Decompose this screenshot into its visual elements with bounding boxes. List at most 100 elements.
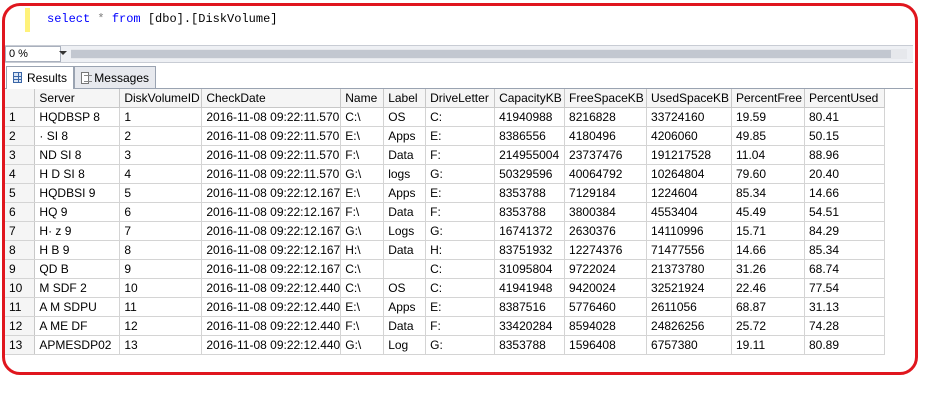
grid-cell[interactable]: 41940988 [494, 107, 566, 127]
grid-cell[interactable]: A ME DF [34, 316, 121, 336]
grid-cell[interactable]: 2016-11-08 09:22:12.167 [201, 240, 342, 260]
grid-cell[interactable]: C:\ [340, 278, 385, 298]
grid-cell[interactable]: 9 [119, 259, 203, 279]
grid-cell[interactable]: Logs [383, 221, 427, 241]
grid-cell[interactable]: 8594028 [564, 316, 648, 336]
grid-cell[interactable]: E: [425, 126, 496, 146]
grid-cell[interactable]: 80.41 [804, 107, 886, 127]
row-number[interactable]: 13 [5, 335, 36, 355]
grid-cell[interactable]: 9722024 [564, 259, 648, 279]
grid-cell[interactable]: F: [425, 145, 496, 165]
grid-cell[interactable]: 68.87 [731, 297, 805, 317]
column-header[interactable]: DriveLetter [425, 89, 496, 108]
grid-cell[interactable]: 191217528 [646, 145, 732, 165]
grid-cell[interactable]: 49.85 [731, 126, 805, 146]
grid-cell[interactable]: E: [425, 183, 496, 203]
column-header[interactable]: Label [383, 89, 427, 108]
grid-cell[interactable]: G:\ [340, 221, 385, 241]
grid-cell[interactable]: 12274376 [564, 240, 648, 260]
grid-cell[interactable]: 2016-11-08 09:22:11.570 [201, 145, 342, 165]
grid-cell[interactable]: G:\ [340, 164, 385, 184]
grid-cell[interactable]: H: [425, 240, 496, 260]
grid-cell[interactable]: E: [425, 297, 496, 317]
tab-messages[interactable]: Messages [74, 66, 156, 88]
grid-cell[interactable]: 2016-11-08 09:22:12.440 [201, 316, 342, 336]
grid-cell[interactable]: 79.60 [731, 164, 805, 184]
grid-cell[interactable]: 23737476 [564, 145, 648, 165]
grid-cell[interactable]: QD B [34, 259, 121, 279]
row-number[interactable]: 9 [5, 259, 36, 279]
grid-cell[interactable]: 4 [119, 164, 203, 184]
grid-corner[interactable] [5, 89, 36, 108]
row-number[interactable]: 3 [5, 145, 36, 165]
grid-cell[interactable]: 71477556 [646, 240, 732, 260]
grid-cell[interactable]: 8387516 [494, 297, 566, 317]
column-header[interactable]: UsedSpaceKB [646, 89, 732, 108]
zoom-dropdown[interactable]: 0 % [5, 46, 61, 62]
grid-cell[interactable]: Data [383, 202, 427, 222]
grid-cell[interactable]: 12 [119, 316, 203, 336]
grid-cell[interactable]: A M SDPU [34, 297, 121, 317]
grid-cell[interactable]: Apps [383, 126, 427, 146]
grid-cell[interactable]: 31.26 [731, 259, 805, 279]
grid-cell[interactable] [383, 259, 427, 279]
scrollbar-thumb[interactable] [71, 50, 891, 58]
row-number[interactable]: 8 [5, 240, 36, 260]
grid-cell[interactable]: 2016-11-08 09:22:11.570 [201, 107, 342, 127]
grid-cell[interactable]: 9420024 [564, 278, 648, 298]
table-row[interactable]: 1 HQDBSP 8 1 2016-11-08 09:22:11.570 C:\ OS C:… [5, 107, 886, 127]
grid-cell[interactable]: H D SI 8 [34, 164, 121, 184]
column-header[interactable]: Server [34, 89, 121, 108]
grid-cell[interactable]: 20.40 [804, 164, 886, 184]
grid-cell[interactable]: 21373780 [646, 259, 732, 279]
grid-cell[interactable]: C: [425, 278, 496, 298]
grid-cell[interactable]: 22.46 [731, 278, 805, 298]
grid-cell[interactable]: 32521924 [646, 278, 732, 298]
grid-cell[interactable]: 19.59 [731, 107, 805, 127]
table-row[interactable]: 10 M SDF 2 10 2016-11-08 09:22:12.440 C:\ OS… [5, 278, 886, 298]
table-row[interactable]: 8H B 9 8 2016-11-08 09:22:12.167 H:\ Data H: 8… [5, 240, 886, 260]
grid-cell[interactable]: F: [425, 202, 496, 222]
grid-cell[interactable]: 10264804 [646, 164, 732, 184]
query-editor[interactable]: select * from [dbo].[DiskVolume] [5, 6, 913, 44]
grid-cell[interactable]: 3 [119, 145, 203, 165]
grid-cell[interactable]: 2016-11-08 09:22:11.570 [201, 164, 342, 184]
table-row[interactable]: 13 APMESDP02 13 2016-11-08 09:22:12.440 G:\ L… [5, 335, 886, 355]
grid-cell[interactable]: OS [383, 107, 427, 127]
grid-cell[interactable]: G:\ [340, 335, 385, 355]
column-header[interactable]: CheckDate [201, 89, 342, 108]
grid-cell[interactable]: Apps [383, 297, 427, 317]
table-row[interactable]: 11 A M SDPU 11 2016-11-08 09:22:12.440 E:\ Ap… [5, 297, 886, 317]
grid-cell[interactable]: 19.11 [731, 335, 805, 355]
grid-cell[interactable]: E:\ [340, 297, 385, 317]
grid-cell[interactable]: 6757380 [646, 335, 732, 355]
tab-results[interactable]: Results [6, 66, 74, 89]
grid-cell[interactable]: 7 [119, 221, 203, 241]
table-row[interactable]: 9 QD B 9 2016-11-08 09:22:12.167 C:\ C: 3109… [5, 259, 886, 279]
grid-cell[interactable]: 83751932 [494, 240, 566, 260]
grid-cell[interactable]: logs [383, 164, 427, 184]
grid-cell[interactable]: 85.34 [804, 240, 886, 260]
grid-cell[interactable]: 2016-11-08 09:22:12.167 [201, 183, 342, 203]
row-number[interactable]: 10 [5, 278, 36, 298]
grid-cell[interactable]: 80.89 [804, 335, 886, 355]
grid-cell[interactable]: HQDBSI 9 [34, 183, 121, 203]
grid-cell[interactable]: 3800384 [564, 202, 648, 222]
column-header[interactable]: DiskVolumeID [119, 89, 203, 108]
grid-cell[interactable]: 8353788 [494, 335, 566, 355]
chevron-down-icon[interactable] [59, 51, 67, 55]
row-number[interactable]: 2 [5, 126, 36, 146]
grid-cell[interactable]: F:\ [340, 316, 385, 336]
row-number[interactable]: 7 [5, 221, 36, 241]
table-row[interactable]: 3 ND SI 8 3 2016-11-08 09:22:11.570 F:\ Data… [5, 145, 886, 165]
grid-cell[interactable]: 54.51 [804, 202, 886, 222]
grid-cell[interactable]: 8216828 [564, 107, 648, 127]
column-header[interactable]: CapacityKB [494, 89, 566, 108]
row-number[interactable]: 1 [5, 107, 36, 127]
row-number[interactable]: 12 [5, 316, 36, 336]
grid-cell[interactable]: 14110996 [646, 221, 732, 241]
table-row[interactable]: 12 A ME DF 12 2016-11-08 09:22:12.440 F:\ Dat… [5, 316, 886, 336]
table-row[interactable]: 2 · SI 8 2 2016-11-08 09:22:11.570 E:\ Apps E… [5, 126, 886, 146]
row-number[interactable]: 6 [5, 202, 36, 222]
grid-cell[interactable]: 25.72 [731, 316, 805, 336]
